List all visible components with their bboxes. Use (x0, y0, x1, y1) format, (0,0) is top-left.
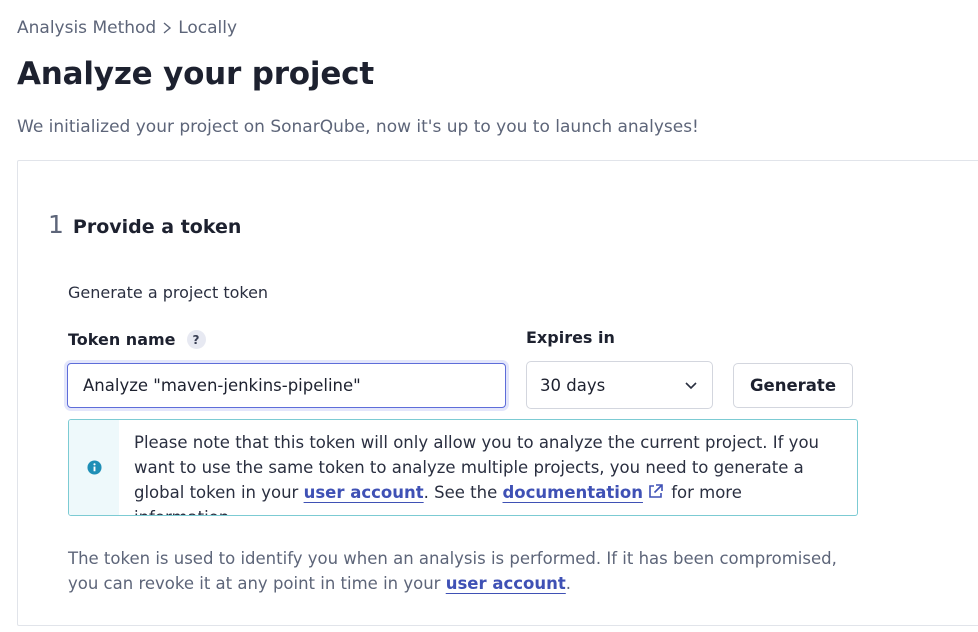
step-header: 1 Provide a token (48, 210, 241, 239)
external-link-icon[interactable] (647, 483, 664, 500)
page-subtitle: We initialized your project on SonarQube… (17, 117, 699, 137)
breadcrumb-locally: Locally (178, 18, 238, 38)
expires-in-label-text: Expires in (526, 328, 615, 347)
question-icon[interactable]: ? (186, 330, 206, 349)
footer-text-part-2: . (565, 574, 572, 593)
info-icon (87, 460, 102, 475)
footer-user-account-link[interactable]: user account (446, 574, 566, 593)
token-name-label: Token name ? (68, 330, 206, 349)
breadcrumb: Analysis Method Locally (17, 18, 237, 38)
step-number: 1 (48, 210, 64, 239)
chevron-down-icon (685, 382, 697, 390)
documentation-link[interactable]: documentation (503, 483, 643, 502)
generate-button[interactable]: Generate (733, 363, 853, 408)
user-account-link[interactable]: user account (304, 483, 424, 502)
token-usage-note: The token is used to identify you when a… (68, 546, 868, 596)
analyze-project-page: Analysis Method Locally Analyze your pro… (0, 0, 978, 632)
info-text: Please note that this token will only al… (134, 430, 844, 515)
token-name-label-text: Token name (68, 330, 176, 349)
expires-in-value: 30 days (540, 375, 606, 395)
generate-token-label: Generate a project token (68, 283, 269, 302)
expires-in-select[interactable]: 30 days (526, 361, 713, 409)
chevron-right-icon (163, 22, 172, 34)
expires-in-label: Expires in (526, 328, 615, 347)
step-title: Provide a token (72, 216, 242, 238)
page-title: Analyze your project (17, 56, 374, 92)
info-text-part-2: . See the (423, 483, 503, 502)
token-name-input[interactable] (67, 363, 506, 408)
token-info-message: Please note that this token will only al… (68, 419, 858, 516)
breadcrumb-analysis-method[interactable]: Analysis Method (17, 18, 156, 38)
